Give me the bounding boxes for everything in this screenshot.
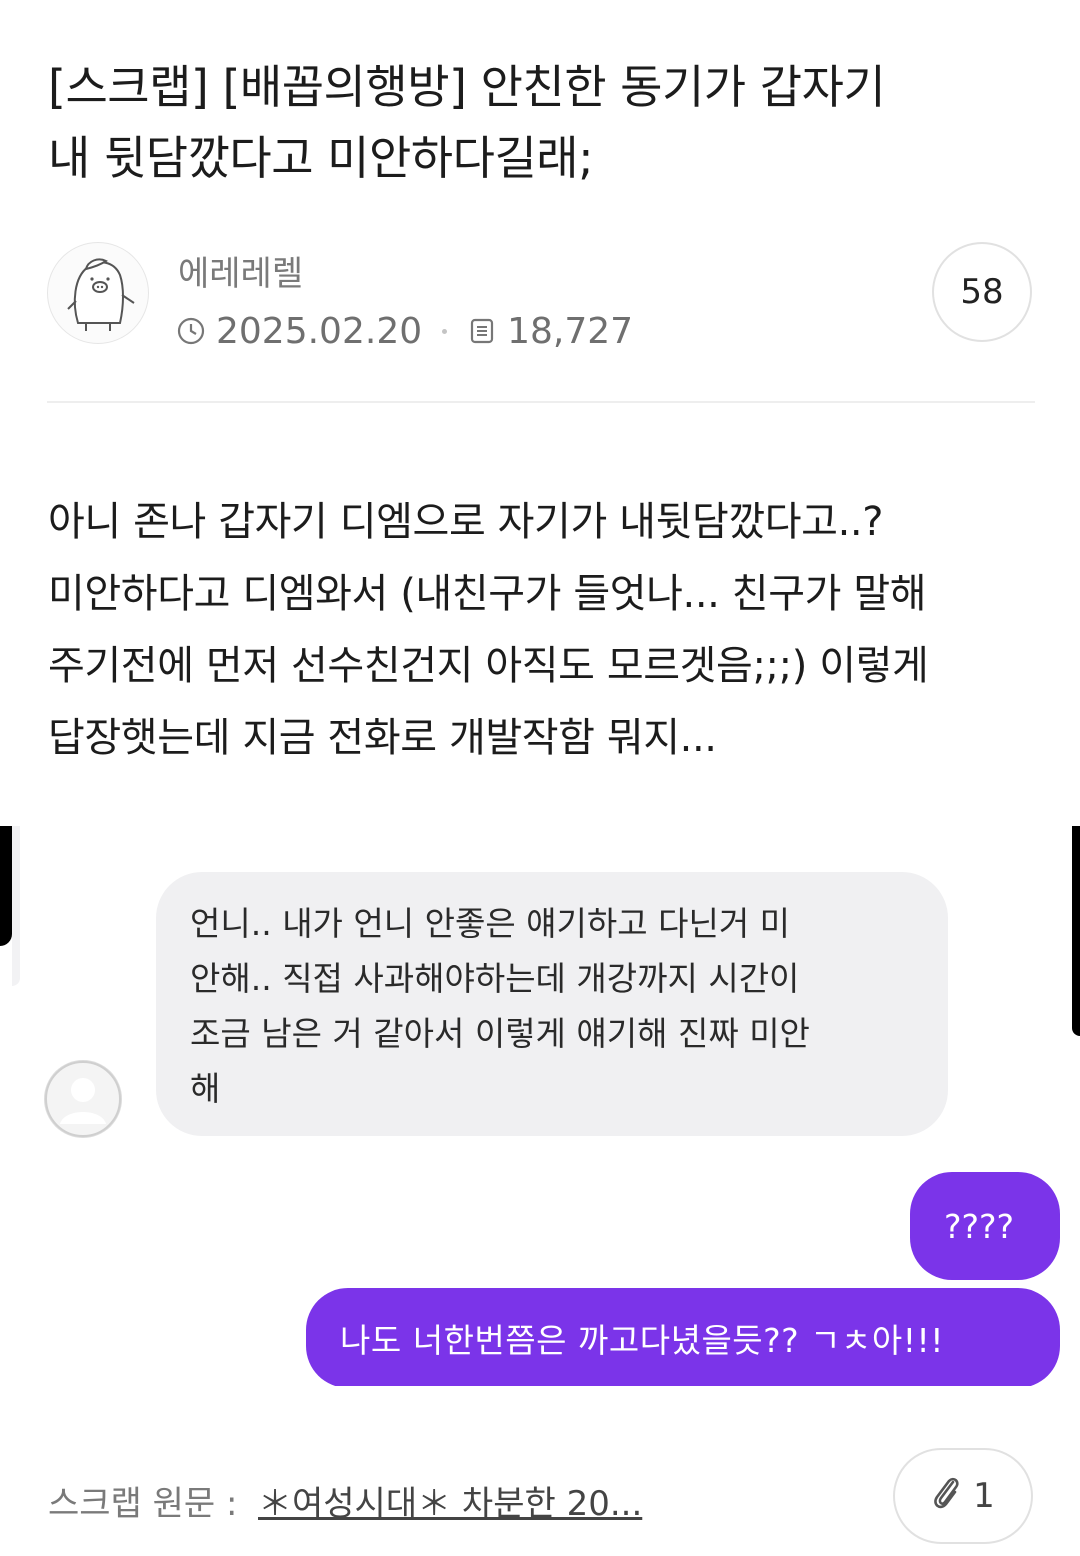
body-line: 답장햇는데 지금 전화로 개발작함 뭐지... (48, 715, 717, 761)
screenshot-edge (12, 826, 20, 986)
screenshot-edge (1072, 826, 1080, 1036)
screenshot-edge (0, 826, 12, 946)
clock-icon (176, 316, 206, 346)
body-line: 주기전에 먼저 선수친건지 아직도 모르겟음;;;) 이렇게 (48, 643, 929, 689)
body-line: 아니 존나 갑자기 디엠으로 자기가 내뒷담깠다고..? (48, 499, 884, 545)
pig-avatar-icon (67, 258, 135, 331)
message-line: 안해.. 직접 사과해야하는데 개강까지 시간이 (190, 959, 800, 998)
paperclip-icon (931, 1472, 963, 1521)
message-line: 조금 남은 거 같아서 이렇게 얘기해 진짜 미안 (190, 1014, 810, 1053)
body-line: 미안하다고 디엠와서 (내친구가 들엇나... 친구가 말해 (48, 571, 927, 617)
post-meta: 2025.02.20 18,727 (176, 308, 633, 354)
author-name[interactable]: 에레레렐 (178, 246, 303, 295)
chat-screenshot-image: 언니.. 내가 언니 안좋은 얘기하고 다닌거 미 안해.. 직접 사과해야하는… (0, 826, 1080, 1386)
post-title-line-1: [스크랩] [배꼽의행방] 안친한 동기가 갑자기 (48, 60, 886, 114)
post-date: 2025.02.20 (216, 310, 423, 352)
view-count: 18,727 (507, 310, 634, 352)
post-body: 아니 존나 갑자기 디엠으로 자기가 내뒷담깠다고..? 미안하다고 디엠와서 … (48, 486, 1048, 774)
profile-placeholder-icon (44, 1060, 122, 1138)
attachment-count: 1 (973, 1476, 995, 1516)
scrap-source-label: 스크랩 원문 : (48, 1484, 238, 1524)
meta-separator (442, 328, 448, 334)
post-title: [스크랩] [배꼽의행방] 안친한 동기가 갑자기 내 뒷담깠다고 미안하다길래… (48, 52, 1038, 194)
message-line: 언니.. 내가 언니 안좋은 얘기하고 다닌거 미 (190, 904, 791, 943)
scrap-source-link[interactable]: ＊여성시대＊ 차분한 20... (258, 1476, 642, 1525)
outgoing-message-bubble: 나도 너한번쯤은 까고다녔을듯?? ㄱㅊ아!!! (306, 1288, 1060, 1386)
author-avatar[interactable] (47, 242, 149, 344)
header-divider (47, 401, 1035, 403)
outgoing-message-bubble: ???? (910, 1172, 1060, 1280)
comment-count-button[interactable]: 58 (932, 242, 1032, 342)
message-line: 해 (190, 1069, 221, 1108)
attachment-button[interactable]: 1 (893, 1448, 1033, 1544)
post-title-line-2: 내 뒷담깠다고 미안하다길래; (48, 131, 594, 185)
document-icon (467, 316, 497, 346)
incoming-message-bubble: 언니.. 내가 언니 안좋은 얘기하고 다닌거 미 안해.. 직접 사과해야하는… (156, 872, 948, 1136)
